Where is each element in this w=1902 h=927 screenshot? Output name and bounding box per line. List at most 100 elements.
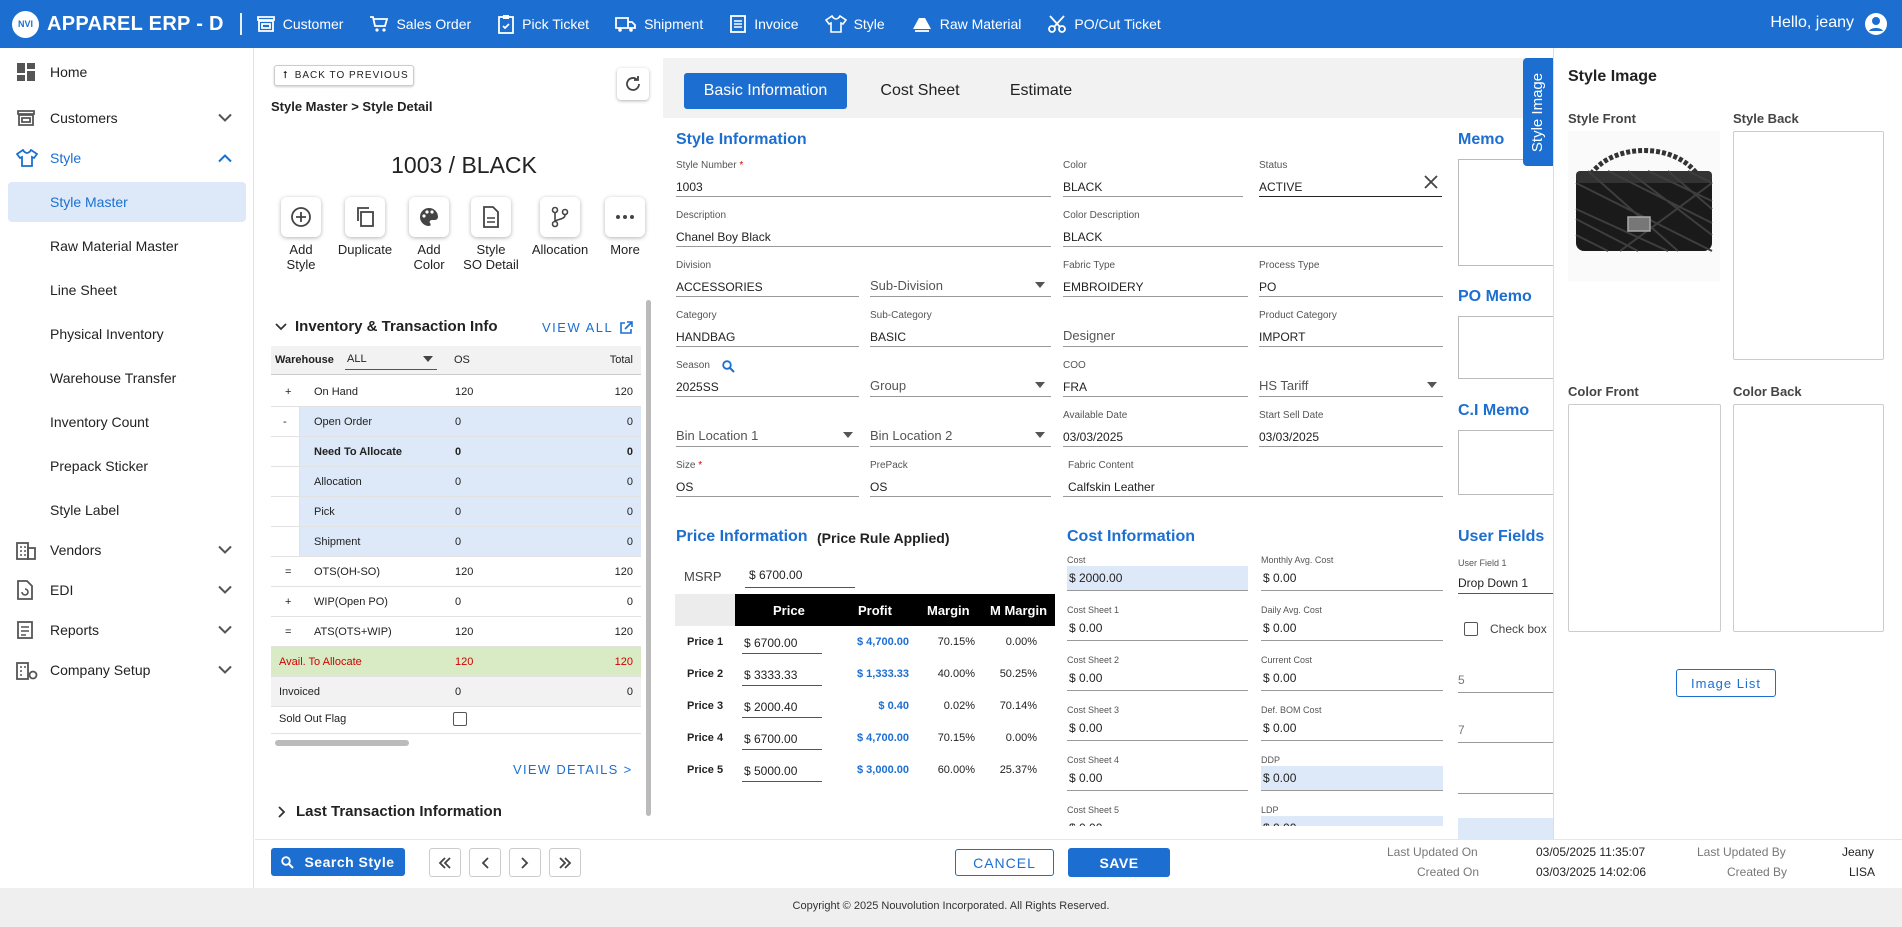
msrp-input[interactable]: $ 6700.00 <box>745 563 855 588</box>
cost-field[interactable]: Cost $ 2000.00 <box>1067 555 1248 592</box>
user-field-5[interactable]: 5 <box>1458 665 1553 693</box>
inventory-row[interactable]: Allocation 0 0 <box>271 467 641 497</box>
inventory-row[interactable]: = OTS(OH-SO) 120 120 <box>271 557 641 587</box>
inventory-row[interactable]: Pick 0 0 <box>271 497 641 527</box>
sidebar-item-line-sheet[interactable]: Line Sheet <box>50 282 117 298</box>
price-input[interactable]: $ 6700.00 <box>742 726 822 750</box>
inventory-row[interactable]: Need To Allocate 0 0 <box>271 437 641 467</box>
start-sell-date-field[interactable]: Start Sell Date 03/03/2025 <box>1259 410 1443 447</box>
style-front-image[interactable] <box>1568 131 1720 281</box>
nav-sales-order[interactable]: Sales Order <box>369 15 471 33</box>
style-so-detail-button[interactable] <box>471 197 511 237</box>
sidebar-item-prepack-sticker[interactable]: Prepack Sticker <box>50 458 148 474</box>
sidebar-item-raw-material-master[interactable]: Raw Material Master <box>50 238 178 254</box>
app-logo[interactable]: NVI APPAREL ERP - D <box>12 10 224 38</box>
color-field[interactable]: Color BLACK <box>1063 160 1243 197</box>
allocation-button[interactable] <box>540 197 580 237</box>
group-select[interactable]: Group <box>870 360 1051 397</box>
duplicate-button[interactable] <box>345 197 385 237</box>
tab-cost-sheet[interactable]: Cost Sheet <box>860 73 980 109</box>
sidebar-item-home[interactable]: Home <box>0 60 254 84</box>
tab-estimate[interactable]: Estimate <box>995 73 1087 109</box>
division-field[interactable]: Division ACCESSORIES <box>676 260 859 297</box>
category-field[interactable]: Category HANDBAG <box>676 310 859 347</box>
last-page-button[interactable] <box>549 848 581 877</box>
cost-field[interactable]: Def. BOM Cost $ 0.00 <box>1261 705 1443 742</box>
sidebar-item-physical-inventory[interactable]: Physical Inventory <box>50 326 164 342</box>
user-field-extra-2[interactable] <box>1458 818 1553 839</box>
color-front-image[interactable] <box>1568 404 1721 632</box>
cost-field[interactable]: Cost Sheet 3 $ 0.00 <box>1067 705 1248 742</box>
designer-field[interactable]: Designer <box>1063 310 1248 347</box>
back-button[interactable]: ⭡ BACK TO PREVIOUS <box>274 65 414 86</box>
style-number-field[interactable]: Style Number * 1003 <box>676 160 1051 197</box>
cost-field[interactable]: Daily Avg. Cost $ 0.00 <box>1261 605 1443 642</box>
save-button[interactable]: SAVE <box>1068 848 1170 877</box>
inventory-row[interactable]: + WIP(Open PO) 0 0 <box>271 587 641 617</box>
sidebar-item-inventory-count[interactable]: Inventory Count <box>50 414 149 430</box>
horizontal-scrollbar[interactable] <box>275 740 409 746</box>
sidebar-item-customers[interactable]: Customers <box>0 106 254 130</box>
price-input[interactable]: $ 6700.00 <box>742 630 822 654</box>
available-date-field[interactable]: Available Date 03/03/2025 <box>1063 410 1248 447</box>
warehouse-select[interactable]: ALL <box>345 348 437 370</box>
next-page-button[interactable] <box>509 848 541 877</box>
sidebar-item-style[interactable]: Style <box>0 146 254 170</box>
prepack-field[interactable]: PrePack OS <box>870 460 1051 497</box>
inventory-row[interactable]: Avail. To Allocate 120 120 <box>271 647 641 677</box>
hs-tariff-select[interactable]: HS Tariff <box>1259 360 1443 397</box>
sidebar-item-vendors[interactable]: Vendors <box>0 538 254 562</box>
sidebar-item-edi[interactable]: EDI <box>0 578 254 602</box>
user-field-7[interactable]: 7 <box>1458 715 1553 743</box>
cost-field[interactable]: Cost Sheet 4 $ 0.00 <box>1067 755 1248 792</box>
vertical-scrollbar[interactable] <box>646 300 651 816</box>
refresh-button[interactable] <box>617 68 649 100</box>
cost-field[interactable]: DDP $ 0.00 <box>1261 755 1443 792</box>
cost-field[interactable]: Monthly Avg. Cost $ 0.00 <box>1261 555 1443 592</box>
sold-out-checkbox[interactable] <box>453 712 467 726</box>
sub-division-select[interactable]: Sub-Division <box>870 260 1051 297</box>
search-style-button[interactable]: Search Style <box>271 848 405 876</box>
cancel-button[interactable]: CANCEL <box>955 849 1054 876</box>
user-checkbox[interactable]: Check box <box>1464 622 1547 636</box>
product-category-field[interactable]: Product Category IMPORT <box>1259 310 1443 347</box>
coo-field[interactable]: COO FRA <box>1063 360 1248 397</box>
add-color-button[interactable] <box>409 197 449 237</box>
cost-field[interactable]: Cost Sheet 2 $ 0.00 <box>1067 655 1248 692</box>
nav-invoice[interactable]: Invoice <box>729 14 799 34</box>
add-style-button[interactable] <box>281 197 321 237</box>
fabric-type-field[interactable]: Fabric Type EMBROIDERY <box>1063 260 1248 297</box>
po-memo-textarea[interactable] <box>1458 316 1553 379</box>
bin-location-1-select[interactable]: Bin Location 1 <box>676 410 859 447</box>
inventory-toggle[interactable]: Inventory & Transaction Info <box>275 318 498 335</box>
nav-customer[interactable]: Customer <box>256 15 343 33</box>
price-input[interactable]: $ 2000.40 <box>742 694 822 718</box>
inventory-row[interactable]: - Open Order 0 0 <box>271 407 641 437</box>
price-input[interactable]: $ 5000.00 <box>742 758 822 782</box>
sub-category-field[interactable]: Sub-Category BASIC <box>870 310 1051 347</box>
cost-field[interactable]: Cost Sheet 1 $ 0.00 <box>1067 605 1248 642</box>
status-field[interactable]: Status ACTIVE <box>1259 160 1442 197</box>
style-image-tab[interactable]: Style Image <box>1523 58 1553 166</box>
inventory-row[interactable]: Shipment 0 0 <box>271 527 641 557</box>
color-description-field[interactable]: Color Description BLACK <box>1063 210 1443 247</box>
memo-textarea[interactable] <box>1458 159 1553 266</box>
sidebar-item-company-setup[interactable]: Company Setup <box>0 658 254 682</box>
tab-basic-information[interactable]: Basic Information <box>684 73 847 109</box>
last-tx-toggle[interactable]: Last Transaction Information <box>278 803 502 820</box>
ci-memo-textarea[interactable] <box>1458 430 1553 495</box>
nav-po-cut-ticket[interactable]: PO/Cut Ticket <box>1047 14 1161 34</box>
image-list-button[interactable]: Image List <box>1676 669 1776 697</box>
prev-page-button[interactable] <box>469 848 501 877</box>
account-icon[interactable] <box>1864 12 1888 36</box>
sidebar-item-reports[interactable]: Reports <box>0 618 254 642</box>
user-field-extra-1[interactable] <box>1458 769 1553 794</box>
first-page-button[interactable] <box>429 848 461 877</box>
inventory-row[interactable]: + On Hand 120 120 <box>271 377 641 407</box>
price-input[interactable]: $ 3333.33 <box>742 662 822 686</box>
description-field[interactable]: Description Chanel Boy Black <box>676 210 1051 247</box>
inventory-row[interactable]: Invoiced 0 0 <box>271 677 641 707</box>
clear-icon[interactable] <box>1424 175 1438 189</box>
style-back-image[interactable] <box>1733 131 1884 360</box>
season-field[interactable]: Season 2025SS <box>676 360 859 397</box>
